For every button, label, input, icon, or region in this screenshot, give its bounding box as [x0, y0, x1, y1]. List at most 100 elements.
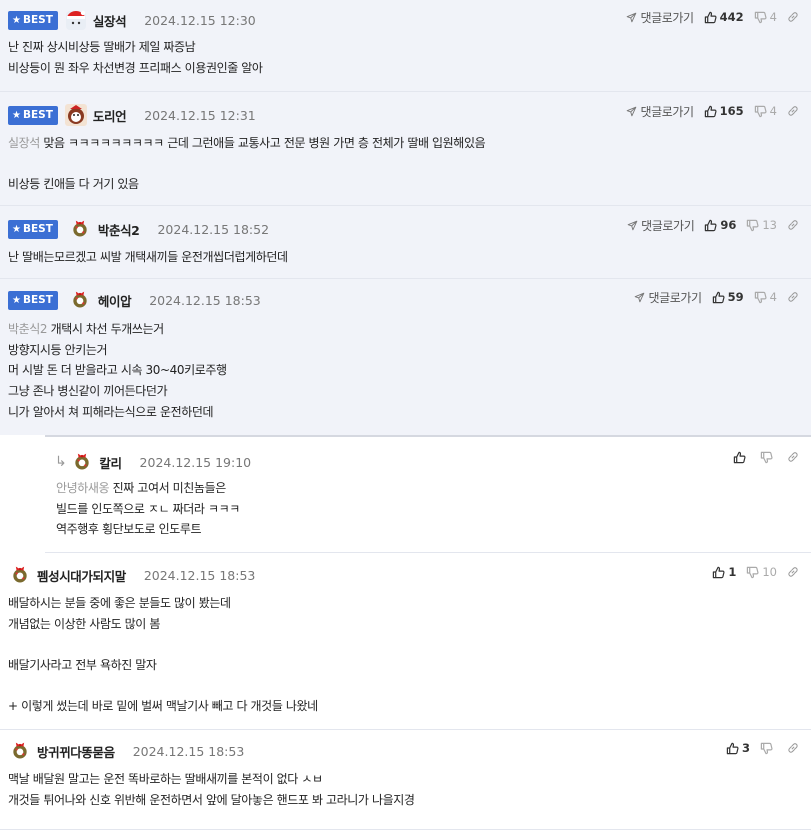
like-button[interactable]: 442	[704, 10, 744, 24]
user-nick[interactable]: 헤이압	[98, 291, 132, 310]
mention-link[interactable]: 안녕하새옹	[56, 481, 110, 495]
goto-comment-button[interactable]: 댓글로가기	[627, 217, 695, 234]
goto-comment-button[interactable]: 댓글로가기	[626, 103, 694, 120]
thumbs-up-icon	[733, 451, 746, 464]
user-nick[interactable]: 실장석	[93, 11, 127, 30]
like-count: 59	[727, 290, 744, 304]
best-badge: ★ BEST	[8, 219, 58, 239]
comment-header: ↳ 칼리 2024.12.15 19:10	[55, 451, 251, 473]
comment-actions: 댓글로가기 59 4	[634, 288, 799, 306]
comment-date: 2024.12.15 18:53	[132, 743, 245, 759]
like-button[interactable]: 96	[704, 218, 736, 232]
thumbs-up-icon	[712, 566, 725, 579]
mention-link[interactable]: 실장석	[8, 136, 40, 150]
comment-line: 빌드를 인도쪽으로 ㅈㄴ 짜더라 ㅋㅋㅋ	[56, 501, 240, 516]
user-nick[interactable]: 펨성시대가되지말	[37, 566, 126, 585]
wreath-avatar	[10, 565, 30, 585]
comment-body: 실장석 맞음 ㅋㅋㅋㅋㅋㅋㅋㅋㅋ 근데 그런애들 교통사고 전문 병원 가면 층…	[8, 133, 486, 195]
link-icon	[787, 219, 799, 231]
thumbs-down-icon	[746, 566, 759, 579]
comment-date: 2024.12.15 18:53	[149, 292, 261, 308]
goto-comment-button[interactable]: 댓글로가기	[626, 9, 694, 26]
link-icon	[787, 291, 799, 303]
wreath-avatar	[70, 290, 90, 310]
goto-comment-button[interactable]: 댓글로가기	[634, 289, 702, 306]
star-icon: ★	[12, 223, 21, 235]
comment-header: ★ BEST 헤이압 2024.12.15 18:53	[8, 289, 261, 311]
like-count: 96	[720, 218, 737, 232]
comment-line: 배달하시는 분들 중에 좋은 분들도 많이 봤는데	[8, 596, 231, 610]
thumbs-down-icon	[754, 11, 767, 24]
dislike-count: 13	[762, 218, 777, 232]
copy-link-button[interactable]	[787, 742, 799, 754]
comment-date: 2024.12.15 12:31	[144, 107, 256, 123]
dislike-button[interactable]: 4	[754, 104, 777, 118]
dislike-button[interactable]: 10	[746, 565, 777, 579]
comment-actions: 댓글로가기 442 4	[626, 8, 799, 26]
best-badge: ★ BEST	[8, 290, 58, 310]
copy-link-button[interactable]	[787, 219, 799, 231]
thumbs-down-icon	[754, 291, 767, 304]
reply-comment-item: ↳ 칼리 2024.12.15 19:10 안녕하새옹 진짜 고여서 미친놈들은…	[45, 435, 811, 553]
comment-actions: 댓글로가기 96 13	[627, 216, 799, 234]
comment-line	[8, 676, 318, 697]
comment-line: 역주행후 횡단보도로 인도루트	[56, 522, 202, 537]
dislike-button[interactable]	[760, 742, 773, 755]
thumbs-up-icon	[704, 11, 717, 24]
comment-line: 난 딸배는모르겠고 씨발 개택새끼들 운전개씹더럽게하던데	[8, 250, 288, 264]
comment-item: ★ BEST 도리언 2024.12.15 12:31 댓글로가기 165 4 실…	[0, 92, 811, 206]
thumbs-down-icon	[760, 742, 773, 755]
dislike-button[interactable]	[760, 451, 773, 464]
avatar	[64, 104, 87, 126]
copy-link-button[interactable]	[787, 566, 799, 578]
dislike-button[interactable]: 4	[754, 290, 777, 304]
thumbs-down-icon	[754, 105, 767, 118]
like-button[interactable]: 59	[712, 290, 744, 304]
star-icon: ★	[12, 109, 21, 121]
like-button[interactable]: 165	[704, 104, 744, 118]
comment-line: 방향지시등 안키는거	[8, 342, 108, 357]
comment-body: 박춘식2 개택시 차선 두개쓰는거 방향지시등 안키는거 머 시발 돈 더 받을…	[8, 319, 227, 423]
comment-body: 난 딸배는모르겠고 씨발 개택새끼들 운전개씹더럽게하던데	[8, 247, 288, 268]
comment-body: 배달하시는 분들 중에 좋은 분들도 많이 봤는데 개념없는 이상한 사람도 많…	[8, 593, 318, 717]
user-nick[interactable]: 칼리	[99, 453, 122, 472]
like-button[interactable]: 1	[712, 565, 736, 579]
copy-link-button[interactable]	[787, 11, 799, 23]
comment-line: 니가 알아서 쳐 피해라는식으로 운전하던데	[8, 404, 214, 419]
dislike-button[interactable]: 13	[746, 218, 777, 232]
comment-line	[8, 634, 318, 655]
user-nick[interactable]: 도리언	[93, 106, 127, 125]
comment-header: 펨성시대가되지말 2024.12.15 18:53	[10, 564, 255, 586]
comment-line: 난 진짜 상시비상등 딸배가 제일 짜증남	[8, 40, 196, 54]
copy-link-button[interactable]	[787, 105, 799, 117]
comment-line: 비상등이 뭔 좌우 차선변경 프리패스 이용권인줄 알아	[8, 60, 263, 75]
comment-line: 실장석 맞음 ㅋㅋㅋㅋㅋㅋㅋㅋㅋ 근데 그런애들 교통사고 전문 병원 가면 층…	[8, 136, 486, 150]
comment-header: ★ BEST 박춘식2 2024.12.15 18:52	[8, 218, 269, 240]
comment-date: 2024.12.15 18:52	[157, 221, 270, 237]
comment-item: ★ BEST 실장석 2024.12.15 12:30 댓글로가기 442 4 난…	[0, 0, 811, 92]
comment-item: ★ BEST 박춘식2 2024.12.15 18:52 댓글로가기 96 13 …	[0, 206, 811, 279]
best-badge: ★ BEST	[8, 105, 58, 125]
copy-link-button[interactable]	[787, 291, 799, 303]
dislike-button[interactable]: 4	[754, 10, 777, 24]
like-count: 165	[719, 104, 744, 118]
comment-line: 비상등 킨애들 다 거기 있음	[8, 177, 139, 192]
like-button[interactable]	[733, 451, 746, 464]
thumbs-down-icon	[746, 219, 759, 232]
wreath-avatar	[10, 741, 30, 761]
comment-header: ★ BEST 실장석 2024.12.15 12:30	[8, 9, 256, 31]
copy-link-button[interactable]	[787, 451, 799, 463]
link-icon	[787, 742, 799, 754]
like-button[interactable]: 3	[726, 741, 750, 755]
link-icon	[787, 105, 799, 117]
reply-arrow-icon: ↳	[55, 454, 67, 470]
comment-line: 맥날 배달원 말고는 운전 똑바로하는 딸배새끼를 본적이 없다 ㅅㅂ	[8, 772, 323, 786]
comment-item: 펨성시대가되지말 2024.12.15 18:53 1 10 배달하시는 분들 …	[0, 553, 811, 730]
user-nick[interactable]: 방귀뀌다똥묻음	[37, 742, 115, 761]
dislike-count: 4	[769, 290, 777, 304]
best-badge: ★ BEST	[8, 10, 58, 30]
like-count: 3	[741, 741, 750, 755]
comment-line: 박춘식2 개택시 차선 두개쓰는거	[8, 322, 164, 336]
mention-link[interactable]: 박춘식2	[8, 322, 48, 336]
user-nick[interactable]: 박춘식2	[98, 220, 140, 239]
